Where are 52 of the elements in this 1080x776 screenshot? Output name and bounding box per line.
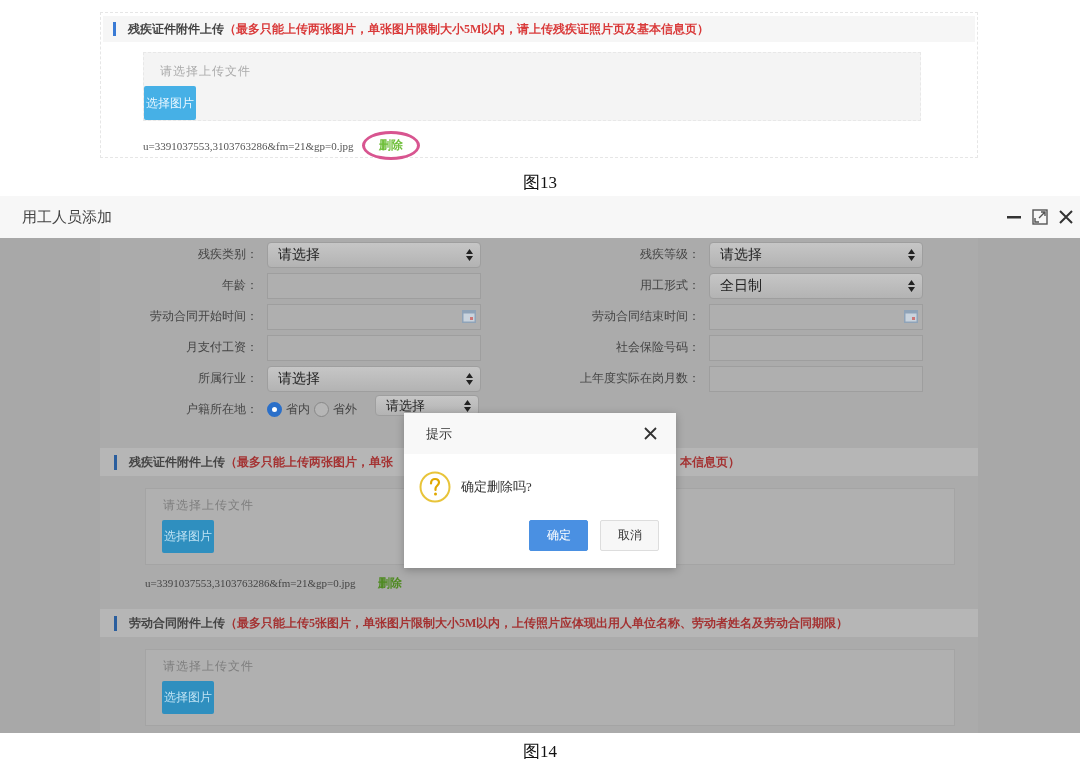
upload-hint: （最多只能上传两张图片，单张图片限制大小5M以内，请上传残疾证照片页及基本信息页） bbox=[224, 20, 710, 38]
section-title: 劳动合同附件上传 bbox=[129, 614, 225, 632]
field-label: 户籍所在地： bbox=[185, 401, 259, 418]
close-icon[interactable] bbox=[1058, 209, 1074, 225]
select-field[interactable]: 请选择 bbox=[267, 365, 481, 392]
field-label: 月支付工资： bbox=[185, 339, 259, 356]
updown-icon bbox=[464, 399, 471, 412]
field-label: 劳动合同结束时间： bbox=[591, 308, 701, 325]
upload-hint: （最多只能上传5张图片，单张图片限制大小5M以内，上传照片应体现出用人单位名称、劳动者姓名及劳动合同期限） bbox=[225, 614, 849, 632]
figure-caption: 图13 bbox=[522, 173, 558, 193]
radio-button[interactable] bbox=[267, 402, 282, 417]
section-title: 残疾证件附件上传 bbox=[129, 453, 225, 471]
select-field[interactable]: 全日制 bbox=[709, 272, 923, 299]
field-label: 上年度实际在岗月数： bbox=[579, 370, 701, 387]
updown-icon bbox=[908, 248, 915, 261]
field-label: 劳动合同开始时间： bbox=[149, 308, 259, 325]
confirm-button[interactable]: 确定 bbox=[529, 520, 588, 551]
choose-image-button[interactable]: 选择图片 bbox=[144, 86, 196, 120]
updown-icon bbox=[466, 248, 473, 261]
field-label: 所属行业： bbox=[197, 370, 259, 387]
question-icon bbox=[419, 471, 451, 503]
select-field[interactable]: 请选择 bbox=[709, 241, 923, 268]
date-field[interactable] bbox=[709, 303, 923, 330]
field-label: 年龄： bbox=[221, 277, 259, 294]
radio-label: 省内 bbox=[286, 401, 310, 418]
file-name: u=3391037553,3103763286&fm=21&gp=0.jpg bbox=[145, 577, 356, 589]
delete-link[interactable]: 删除 bbox=[378, 137, 403, 154]
dialog-title: 提示 bbox=[426, 424, 452, 443]
select-field[interactable]: 请选择 bbox=[267, 241, 481, 268]
date-field[interactable] bbox=[267, 303, 481, 330]
updown-icon bbox=[466, 372, 473, 385]
radio-button[interactable] bbox=[314, 402, 329, 417]
section-title: 残疾证件附件上传 bbox=[128, 20, 224, 38]
window-title: 用工人员添加 bbox=[22, 207, 112, 227]
field-label: 残疾类别： bbox=[197, 246, 259, 263]
field-label: 残疾等级： bbox=[639, 246, 701, 263]
maximize-icon[interactable] bbox=[1032, 209, 1048, 225]
calendar-icon[interactable] bbox=[462, 310, 476, 323]
close-icon[interactable] bbox=[644, 427, 657, 440]
delete-link[interactable]: 删除 bbox=[377, 574, 402, 592]
figure-caption: 图14 bbox=[522, 741, 558, 763]
field-label: 社会保险号码： bbox=[615, 339, 701, 356]
updown-icon bbox=[908, 279, 915, 292]
field-label: 用工形式： bbox=[639, 277, 701, 294]
cancel-button[interactable]: 取消 bbox=[600, 520, 659, 551]
radio-label: 省外 bbox=[333, 401, 357, 418]
upload-hint: 本信息页） bbox=[680, 453, 740, 471]
choose-image-button[interactable]: 选择图片 bbox=[162, 681, 214, 714]
upload-hint: （最多只能上传两张图片，单张 bbox=[225, 453, 393, 471]
calendar-icon[interactable] bbox=[904, 310, 918, 323]
choose-image-button[interactable]: 选择图片 bbox=[162, 520, 214, 553]
file-name: u=3391037553,3103763286&fm=21&gp=0.jpg bbox=[143, 139, 354, 152]
